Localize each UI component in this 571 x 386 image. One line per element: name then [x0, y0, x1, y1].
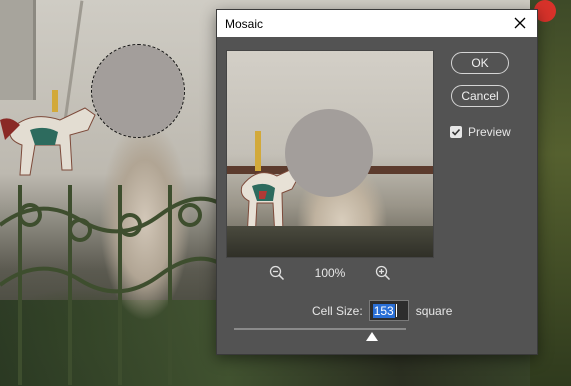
preview-toggle[interactable]: Preview: [450, 125, 511, 139]
preview-mosaic-cell: [285, 109, 373, 197]
zoom-percentage: 100%: [314, 266, 346, 280]
zoom-out-icon: [269, 265, 284, 281]
ok-button[interactable]: OK: [451, 52, 509, 74]
close-button[interactable]: [511, 14, 529, 32]
cell-size-value: 153: [372, 303, 395, 318]
cell-size-row: Cell Size: 153 square: [312, 300, 452, 321]
text-caret: [395, 304, 397, 317]
zoom-in-icon: [376, 265, 391, 281]
close-icon: [514, 17, 526, 29]
mosaic-dialog: Mosaic 100% OK Cancel Preview Cell Size:…: [216, 9, 538, 355]
cell-size-slider-thumb[interactable]: [365, 332, 378, 341]
preview-image[interactable]: [226, 50, 434, 258]
background-door: [0, 0, 36, 100]
preview-fence: [227, 226, 433, 257]
preview-checkbox[interactable]: [450, 126, 462, 138]
dialog-title: Mosaic: [225, 16, 264, 31]
zoom-out-button[interactable]: [269, 265, 285, 281]
cell-size-unit: square: [415, 303, 453, 318]
preview-label: Preview: [468, 125, 511, 139]
zoom-in-button[interactable]: [375, 265, 391, 281]
checkmark-icon: [451, 128, 461, 136]
cell-size-label: Cell Size:: [312, 303, 363, 318]
background-fence: [0, 185, 230, 385]
cell-size-input[interactable]: 153: [368, 300, 409, 321]
zoom-controls: 100%: [226, 263, 434, 283]
cancel-button[interactable]: Cancel: [451, 85, 509, 107]
cell-size-slider[interactable]: [234, 328, 406, 330]
dialog-titlebar[interactable]: Mosaic: [217, 10, 537, 37]
selection-marquee[interactable]: [91, 44, 185, 138]
